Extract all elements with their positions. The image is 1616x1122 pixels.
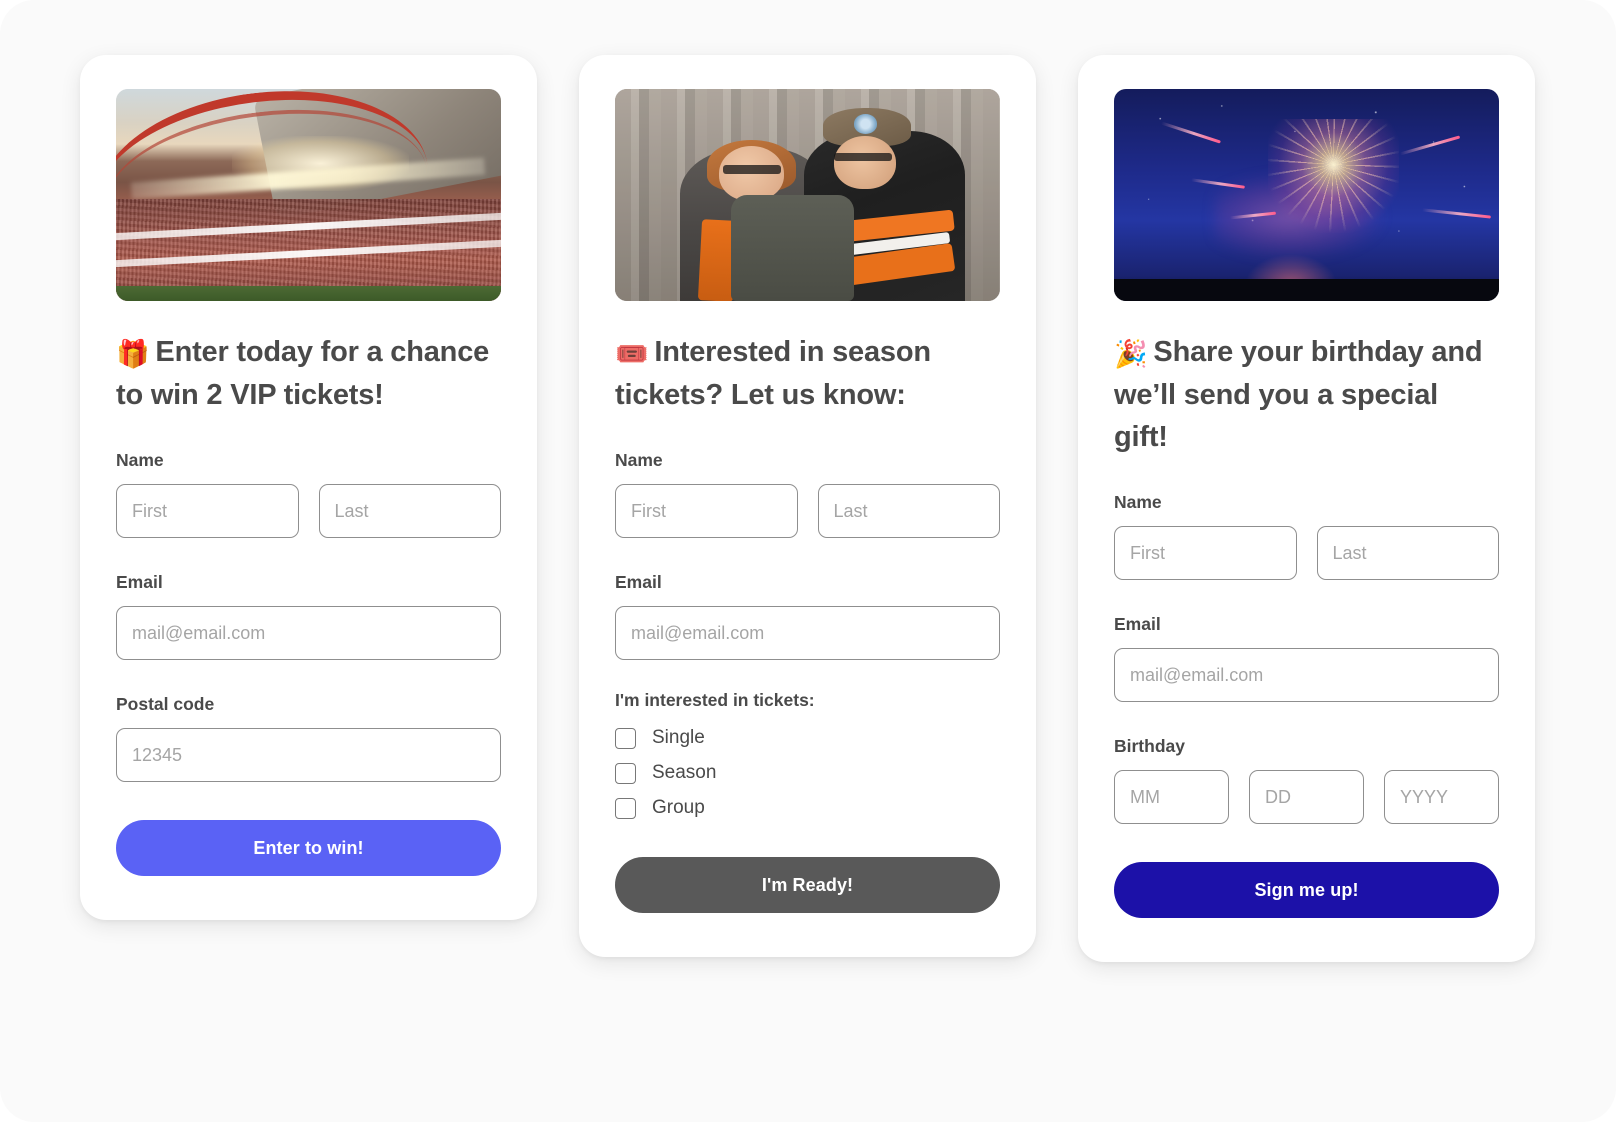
name-label: Name: [116, 450, 164, 471]
checkbox-label-group: Group: [652, 797, 705, 819]
postal-code-label: Postal code: [116, 694, 215, 715]
name-inputs-row: [116, 484, 501, 539]
im-ready-button[interactable]: I'm Ready!: [615, 857, 1000, 914]
card-image-fans: [615, 89, 1000, 301]
last-name-input[interactable]: [1316, 526, 1499, 581]
signup-forms-row: 🎁 Enter today for a chance to win 2 VIP t…: [80, 55, 1536, 963]
birthday-month-input[interactable]: [1114, 770, 1229, 825]
card-image-stadium: [116, 89, 501, 301]
card-title-season-tickets: 🎟️ Interested in season tickets? Let us k…: [615, 331, 1000, 416]
card-title-vip-giveaway: 🎁 Enter today for a chance to win 2 VIP t…: [116, 331, 501, 416]
birthday-year-input[interactable]: [1384, 770, 1499, 825]
signup-card-birthday-gift: 🎉 Share your birthday and we’ll send you …: [1078, 55, 1535, 963]
birthday-inputs-row: [1114, 770, 1499, 825]
enter-to-win-button[interactable]: Enter to win!: [116, 820, 501, 877]
email-field-group: Email: [1114, 614, 1499, 703]
email-label: Email: [116, 572, 163, 593]
sign-me-up-button[interactable]: Sign me up!: [1114, 862, 1499, 919]
birthday-label: Birthday: [1114, 736, 1185, 757]
first-name-input[interactable]: [1114, 526, 1297, 581]
checkbox-row-group[interactable]: Group: [615, 797, 1000, 819]
fan-left-glasses-icon: [722, 165, 781, 174]
party-popper-icon: 🎉: [1114, 339, 1148, 369]
name-label: Name: [1114, 492, 1162, 513]
email-input[interactable]: [615, 606, 1000, 661]
checkbox-label-single: Single: [652, 727, 705, 749]
postal-code-input[interactable]: [116, 728, 501, 783]
ticket-icon: 🎟️: [615, 339, 649, 369]
stadium-illustration: [116, 89, 501, 301]
checkbox-season[interactable]: [615, 762, 636, 784]
checkbox-label-season: Season: [652, 762, 717, 784]
first-name-input[interactable]: [116, 484, 299, 539]
page-canvas: 🎁 Enter today for a chance to win 2 VIP t…: [0, 0, 1616, 1122]
email-label: Email: [615, 572, 662, 593]
birthday-field-group: Birthday: [1114, 736, 1499, 825]
first-name-input[interactable]: [615, 484, 798, 539]
email-input[interactable]: [1114, 648, 1499, 703]
ticket-interest-group: I'm interested in tickets: Single Season…: [615, 690, 1000, 819]
email-label: Email: [1114, 614, 1161, 635]
checkbox-group[interactable]: [615, 797, 636, 819]
card-image-fireworks: [1114, 89, 1499, 301]
card-title-text: Share your birthday and we’ll send you a…: [1114, 336, 1483, 454]
hat-badge-icon: [853, 114, 877, 134]
name-label: Name: [615, 450, 663, 471]
email-field-group: Email: [116, 572, 501, 661]
signup-card-vip-giveaway: 🎁 Enter today for a chance to win 2 VIP t…: [80, 55, 537, 921]
fans-illustration: [615, 89, 1000, 301]
fan-left-head: [718, 146, 785, 202]
checkbox-single[interactable]: [615, 727, 636, 749]
name-inputs-row: [615, 484, 1000, 539]
fireworks-illustration: [1114, 89, 1499, 301]
fan-right-head: [834, 135, 897, 189]
ticket-interest-legend: I'm interested in tickets:: [615, 690, 815, 711]
name-inputs-row: [1114, 526, 1499, 581]
checkbox-row-single[interactable]: Single: [615, 727, 1000, 749]
card-title-text: Enter today for a chance to win 2 VIP ti…: [116, 336, 490, 412]
email-input[interactable]: [116, 606, 501, 661]
card-title-birthday-gift: 🎉 Share your birthday and we’ll send you …: [1114, 331, 1499, 458]
souvenir-blanket: [730, 195, 854, 301]
email-field-group: Email: [615, 572, 1000, 661]
birthday-day-input[interactable]: [1249, 770, 1364, 825]
name-field-group: Name: [615, 450, 1000, 539]
treeline-silhouette: [1114, 273, 1499, 301]
fan-right-glasses-icon: [834, 152, 893, 162]
signup-card-season-tickets: 🎟️ Interested in season tickets? Let us k…: [579, 55, 1036, 958]
firework-burst: [1268, 118, 1399, 234]
last-name-input[interactable]: [318, 484, 501, 539]
checkbox-row-season[interactable]: Season: [615, 762, 1000, 784]
gift-icon: 🎁: [116, 339, 150, 369]
name-field-group: Name: [1114, 492, 1499, 581]
postal-code-field-group: Postal code: [116, 694, 501, 783]
stadium-pitch: [116, 286, 501, 301]
last-name-input[interactable]: [817, 484, 1000, 539]
card-title-text: Interested in season tickets? Let us kno…: [615, 336, 931, 412]
name-field-group: Name: [116, 450, 501, 539]
